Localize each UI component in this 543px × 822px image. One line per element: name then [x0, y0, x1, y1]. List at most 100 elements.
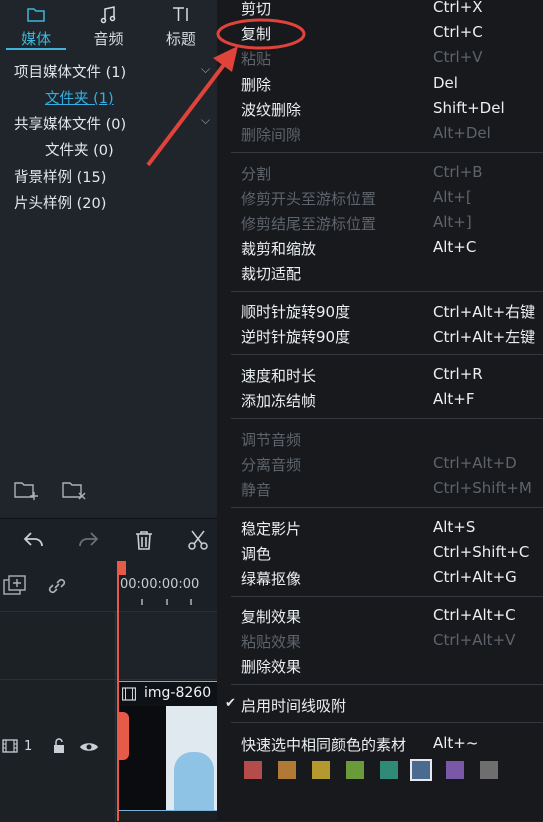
tab-audio[interactable]: 音频 [72, 0, 144, 52]
menu-label: 分割 [241, 165, 272, 183]
menu-label: 稳定影片 [241, 520, 302, 538]
new-folder-icon[interactable] [14, 479, 40, 501]
timeline-toolbar [0, 518, 217, 561]
library-tabs: 媒体 音频 标题 [0, 0, 217, 52]
redo-icon[interactable] [76, 529, 100, 551]
menu-label: 复制 [241, 25, 272, 43]
menu-item-ripple-delete[interactable]: 波纹删除 Shift+Del [217, 97, 543, 121]
tree-intro-samples[interactable]: 片头样例 (20) [14, 192, 106, 213]
film-icon [121, 686, 137, 705]
video-track-header: 1 [0, 680, 116, 822]
timeline-ruler[interactable]: 00:00:00:00 [0, 561, 217, 611]
eye-icon[interactable] [79, 739, 99, 758]
delete-folder-icon[interactable] [62, 479, 88, 501]
menu-item-select-same-color[interactable]: 快速选中相同颜色的素材 Alt+~ [217, 732, 543, 756]
menu-item-speed-duration[interactable]: 速度和时长 Ctrl+R [217, 363, 543, 387]
menu-item-rotate-ccw[interactable]: 逆时针旋转90度 Ctrl+Alt+左键 [217, 324, 543, 348]
chevron-down-icon[interactable]: ⌵ [201, 113, 210, 128]
menu-item-rotate-cw[interactable]: 顺时针旋转90度 Ctrl+Alt+右键 [217, 299, 543, 323]
playhead-line[interactable] [117, 561, 119, 821]
context-menu: 剪切 Ctrl+X 复制 Ctrl+C 粘贴 Ctrl+V 删除 Del 波纹删除 Shi… [217, 0, 543, 821]
link-icon[interactable] [46, 575, 68, 601]
menu-label: 裁切适配 [241, 265, 302, 283]
menu-item-crop-fit[interactable]: 裁切适配 [217, 261, 543, 285]
menu-label: 添加冻结帧 [241, 392, 317, 410]
empty-track-header [0, 612, 116, 680]
color-swatch-selected[interactable] [410, 759, 432, 781]
menu-item-stabilize[interactable]: 稳定影片 Alt+S [217, 516, 543, 540]
menu-shortcut: Ctrl+Alt+V [433, 631, 516, 649]
tree-shared-folder[interactable]: 文件夹 (0) [45, 139, 114, 160]
menu-shortcut: Alt+~ [433, 734, 479, 752]
menu-label: 逆时针旋转90度 [241, 328, 351, 346]
menu-item-color-grade[interactable]: 调色 Ctrl+Shift+C [217, 541, 543, 565]
menu-item-paste[interactable]: 粘贴 Ctrl+V [217, 46, 543, 70]
tree-folder-selected[interactable]: 文件夹 (1) [45, 87, 114, 108]
tab-titles[interactable]: 标题 [145, 0, 217, 52]
checkmark-icon: ✔ [225, 696, 236, 711]
menu-item-copy-effects[interactable]: 复制效果 Ctrl+Alt+C [217, 604, 543, 628]
tree-project-media[interactable]: 项目媒体文件 (1) [14, 61, 126, 82]
chevron-down-icon[interactable]: ⌵ [201, 62, 210, 77]
menu-label: 速度和时长 [241, 367, 317, 385]
tab-media[interactable]: 媒体 [0, 0, 72, 52]
color-swatch[interactable] [380, 761, 398, 779]
menu-item-delete-effects[interactable]: 删除效果 [217, 654, 543, 678]
film-icon [2, 738, 18, 758]
tree-background-samples[interactable]: 背景样例 (15) [14, 166, 106, 187]
menu-separator [231, 596, 543, 597]
menu-shortcut: Ctrl+Alt+G [433, 568, 517, 586]
menu-item-copy[interactable]: 复制 Ctrl+C [217, 21, 543, 45]
menu-separator [231, 684, 543, 685]
menu-item-detach-audio[interactable]: 分离音频 Ctrl+Alt+D [217, 452, 543, 476]
menu-item-paste-effects[interactable]: 粘贴效果 Ctrl+Alt+V [217, 629, 543, 653]
menu-separator [231, 291, 543, 292]
menu-shortcut: Ctrl+Shift+C [433, 543, 530, 561]
menu-item-split[interactable]: 分割 Ctrl+B [217, 161, 543, 185]
menu-label: 调色 [241, 545, 272, 563]
menu-item-crop-zoom[interactable]: 裁剪和缩放 Alt+C [217, 236, 543, 260]
color-swatch[interactable] [312, 761, 330, 779]
menu-item-green-screen[interactable]: 绿幕抠像 Ctrl+Alt+G [217, 566, 543, 590]
menu-shortcut: Alt+C [433, 238, 477, 256]
color-swatch[interactable] [446, 761, 464, 779]
menu-label: 波纹删除 [241, 101, 302, 119]
menu-item-trim-start[interactable]: 修剪开头至游标位置 Alt+[ [217, 186, 543, 210]
menu-item-mute[interactable]: 静音 Ctrl+Shift+M [217, 477, 543, 501]
menu-label: 裁剪和缩放 [241, 240, 317, 258]
tab-media-label: 媒体 [21, 30, 52, 48]
menu-label: 绿幕抠像 [241, 570, 302, 588]
trash-icon[interactable] [132, 529, 156, 551]
color-swatch[interactable] [278, 761, 296, 779]
menu-shortcut: Alt+F [433, 390, 475, 408]
menu-shortcut: Alt+Del [433, 124, 491, 142]
tab-titles-label: 标题 [165, 30, 196, 48]
menu-item-timeline-snap[interactable]: ✔ 启用时间线吸附 [217, 693, 543, 717]
color-swatch[interactable] [346, 761, 364, 779]
menu-item-adjust-audio[interactable]: 调节音频 [217, 427, 543, 451]
undo-icon[interactable] [22, 529, 46, 551]
menu-shortcut: Ctrl+V [433, 48, 483, 66]
menu-shortcut: Ctrl+R [433, 365, 483, 383]
lock-icon[interactable] [52, 738, 66, 758]
scissors-icon[interactable] [186, 529, 210, 551]
playhead-handle[interactable] [118, 561, 126, 575]
color-swatch[interactable] [480, 761, 498, 779]
menu-item-delete-gap[interactable]: 删除间隙 Alt+Del [217, 122, 543, 146]
menu-label: 修剪结尾至游标位置 [241, 215, 377, 233]
menu-label: 粘贴效果 [241, 633, 302, 651]
menu-shortcut: Ctrl+C [433, 23, 483, 41]
menu-label: 剪切 [241, 0, 272, 18]
text-title-icon [172, 6, 190, 26]
menu-item-trim-end[interactable]: 修剪结尾至游标位置 Alt+] [217, 211, 543, 235]
menu-item-freeze-frame[interactable]: 添加冻结帧 Alt+F [217, 388, 543, 412]
menu-label: 分离音频 [241, 456, 302, 474]
color-swatch[interactable] [244, 761, 262, 779]
tree-shared-media[interactable]: 共享媒体文件 (0) [14, 113, 126, 134]
menu-separator [231, 418, 543, 419]
add-track-icon[interactable] [3, 575, 29, 601]
menu-separator [231, 354, 543, 355]
menu-item-cut[interactable]: 剪切 Ctrl+X [217, 0, 543, 20]
menu-item-delete[interactable]: 删除 Del [217, 72, 543, 96]
menu-separator [231, 722, 543, 723]
